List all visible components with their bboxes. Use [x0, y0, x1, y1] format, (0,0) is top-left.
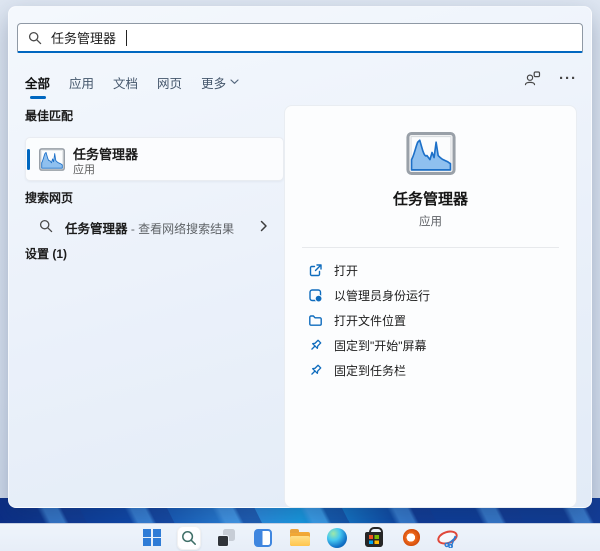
action-open-file-location[interactable]: 打开文件位置: [285, 308, 576, 333]
search-icon[interactable]: [177, 525, 201, 550]
best-match-result[interactable]: 任务管理器 应用: [25, 137, 284, 181]
edge-icon[interactable]: [325, 526, 349, 550]
preview-app-title: 任务管理器: [392, 191, 468, 208]
file-explorer-icon[interactable]: [288, 526, 312, 550]
task-manager-chart-icon: [406, 132, 456, 175]
search-icon: [39, 219, 53, 233]
search-input[interactable]: 任务管理器: [17, 23, 583, 53]
task-view-icon[interactable]: [214, 526, 238, 550]
account-feedback-icon[interactable]: [524, 71, 541, 86]
text-cursor: [126, 29, 128, 46]
preview-app-subtitle: 应用: [419, 216, 442, 228]
action-run-as-admin[interactable]: 以管理员身份运行: [285, 283, 576, 308]
search-flyout-panel: 任务管理器 全部 应用 文档 网页 更多 ··· 最佳匹配 任务管理器 应用 搜…: [8, 6, 592, 508]
search-icon: [28, 31, 42, 44]
action-open[interactable]: 打开: [285, 258, 576, 283]
tab-apps[interactable]: 应用: [69, 73, 94, 92]
search-web-heading: 搜索网页: [25, 191, 74, 205]
web-suggestion-text: 任务管理器 - 查看网络搜索结果: [65, 222, 235, 236]
search-filter-tabs: 全部 应用 文档 网页 更多: [17, 69, 239, 99]
tab-documents[interactable]: 文档: [113, 73, 138, 92]
tab-web[interactable]: 网页: [157, 73, 182, 92]
office-icon[interactable]: [399, 526, 423, 550]
selection-accent-bar: [27, 149, 30, 170]
search-query-text: 任务管理器: [51, 31, 117, 46]
snipping-tool-icon[interactable]: [435, 527, 460, 549]
widgets-icon[interactable]: [251, 526, 275, 550]
web-search-suggestion[interactable]: 任务管理器 - 查看网络搜索结果: [17, 211, 284, 241]
task-manager-chart-icon: [39, 148, 65, 171]
pin-icon: [311, 339, 322, 350]
tab-more[interactable]: 更多: [201, 73, 239, 92]
best-match-heading: 最佳匹配: [25, 109, 74, 123]
open-icon: [309, 264, 322, 277]
tab-all[interactable]: 全部: [25, 73, 50, 99]
chevron-down-icon: [230, 79, 239, 84]
active-tab-underline: [29, 95, 46, 99]
folder-icon: [309, 315, 322, 326]
more-options-icon[interactable]: ···: [559, 71, 577, 86]
result-preview-pane: 任务管理器 应用 打开 以管理员身份运行 打开文件位置 固定到"开始"屏幕 固定…: [284, 105, 577, 508]
best-match-subtitle: 应用: [73, 164, 95, 176]
context-actions-list: 打开 以管理员身份运行 打开文件位置 固定到"开始"屏幕 固定到任务栏: [285, 258, 576, 383]
chevron-right-icon[interactable]: [260, 220, 268, 232]
action-pin-to-start[interactable]: 固定到"开始"屏幕: [285, 333, 576, 358]
action-pin-to-taskbar[interactable]: 固定到任务栏: [285, 358, 576, 383]
search-header-actions: ···: [524, 71, 577, 86]
windows-start-icon[interactable]: [140, 526, 164, 550]
microsoft-store-icon[interactable]: [362, 526, 386, 550]
pin-icon: [311, 364, 322, 375]
taskbar: [0, 523, 600, 551]
settings-heading: 设置 (1): [25, 247, 68, 261]
run-as-admin-icon: [309, 289, 323, 303]
divider: [302, 247, 559, 248]
